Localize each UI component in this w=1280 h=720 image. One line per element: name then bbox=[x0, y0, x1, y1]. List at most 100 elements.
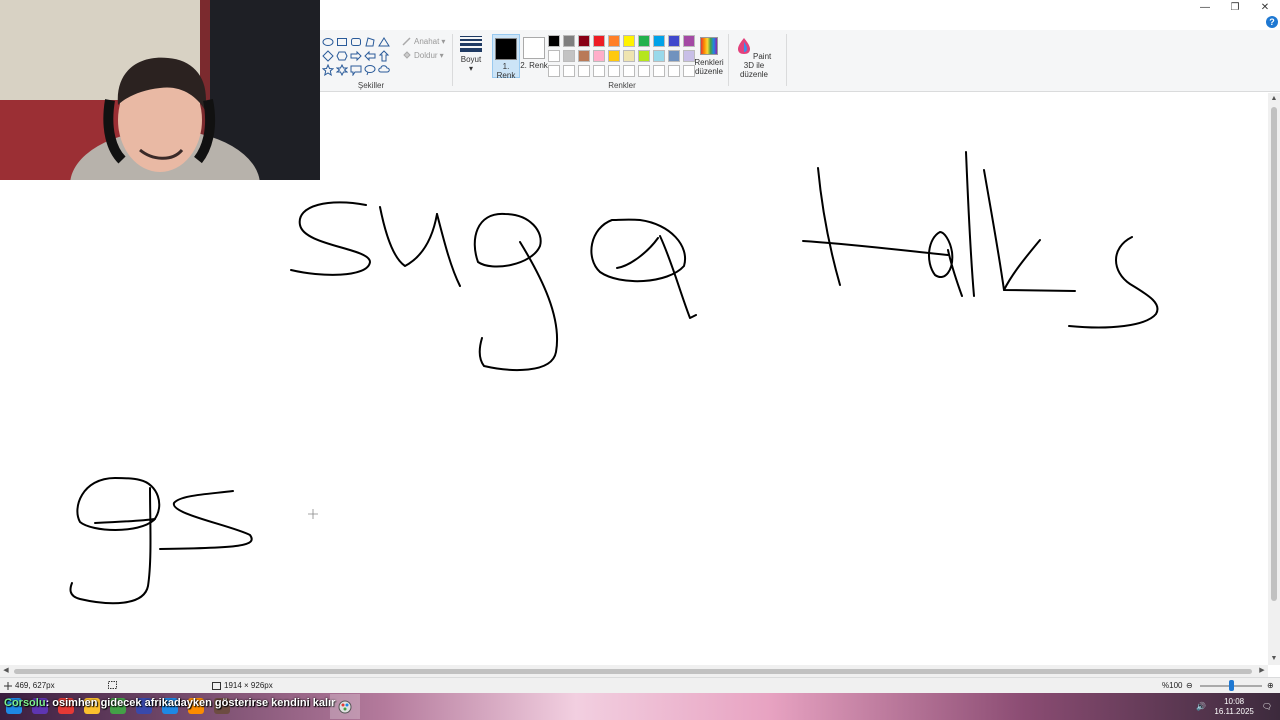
palette-swatch[interactable] bbox=[548, 65, 560, 77]
scroll-down-icon[interactable]: ▼ bbox=[1268, 653, 1280, 665]
palette-swatch[interactable] bbox=[623, 65, 635, 77]
color1-label: 1. Renk bbox=[496, 62, 516, 80]
palette-swatch[interactable] bbox=[593, 35, 605, 47]
palette-swatch[interactable] bbox=[608, 50, 620, 62]
palette-swatch[interactable] bbox=[668, 50, 680, 62]
rectangle-shape-icon[interactable] bbox=[336, 36, 348, 48]
clock[interactable]: 10:08 16.11.2025 bbox=[1214, 697, 1253, 717]
rounded-rect-shape-icon[interactable] bbox=[350, 36, 362, 48]
minimize-icon[interactable]: — bbox=[1190, 0, 1220, 14]
arrow-right-shape-icon[interactable] bbox=[350, 50, 362, 62]
help-icon[interactable]: ? bbox=[1266, 16, 1278, 28]
paint-window: — ❐ ✕ Anahat ▾ Doldur ▾ Şekiller Boyut ▾… bbox=[0, 0, 1280, 720]
color1-swatch bbox=[495, 38, 517, 60]
stream-chat-overlay: Corsolu: osimhen gidecek afrikadayken gö… bbox=[4, 697, 335, 709]
palette-swatch[interactable] bbox=[593, 65, 605, 77]
chat-username: Corsolu bbox=[4, 697, 46, 709]
fill-bucket-icon bbox=[403, 51, 411, 59]
palette-swatch[interactable] bbox=[563, 35, 575, 47]
arrow-up-shape-icon[interactable] bbox=[378, 50, 390, 62]
outline-dropdown[interactable]: Anahat ▾ bbox=[402, 36, 445, 46]
palette-swatch[interactable] bbox=[578, 35, 590, 47]
palette-swatch[interactable] bbox=[668, 35, 680, 47]
star6-shape-icon[interactable] bbox=[336, 64, 348, 76]
color-palette bbox=[548, 35, 696, 78]
volume-icon[interactable]: 🔊 bbox=[1196, 702, 1206, 711]
diamond-shape-icon[interactable] bbox=[322, 50, 334, 62]
palette-swatch[interactable] bbox=[668, 65, 680, 77]
palette-swatch[interactable] bbox=[548, 50, 560, 62]
paint3d-button[interactable]: Paint 3D ile düzenle bbox=[732, 34, 776, 79]
ribbon-divider bbox=[728, 34, 729, 86]
cursor-position: 469, 627px bbox=[4, 681, 55, 690]
taskbar: Corsolu: osimhen gidecek afrikadayken gö… bbox=[0, 693, 1280, 720]
vertical-scroll-thumb[interactable] bbox=[1271, 107, 1277, 601]
paint-app-icon bbox=[338, 700, 352, 713]
zoom-out-icon[interactable]: ⊖ bbox=[1186, 681, 1193, 690]
callout-rect-shape-icon[interactable] bbox=[350, 64, 362, 76]
palette-swatch[interactable] bbox=[578, 50, 590, 62]
zoom-slider-thumb[interactable] bbox=[1229, 680, 1234, 691]
color1-button[interactable]: 1. Renk bbox=[492, 34, 520, 80]
size-button[interactable]: Boyut ▾ bbox=[458, 34, 484, 73]
edit-colors-button[interactable]: Renkleri düzenle bbox=[692, 34, 726, 76]
color2-button[interactable]: 2. Renk bbox=[520, 34, 548, 78]
triangle-shape-icon[interactable] bbox=[378, 36, 390, 48]
shapes-gallery[interactable] bbox=[322, 36, 391, 77]
palette-swatch[interactable] bbox=[593, 50, 605, 62]
star-shape-icon[interactable] bbox=[322, 64, 334, 76]
zoom-level: %100 bbox=[1162, 681, 1182, 690]
paint3d-icon bbox=[737, 38, 750, 54]
callout-cloud-shape-icon[interactable] bbox=[378, 64, 390, 76]
palette-swatch[interactable] bbox=[638, 65, 650, 77]
taskbar-paint-button[interactable] bbox=[330, 694, 360, 719]
palette-swatch[interactable] bbox=[638, 50, 650, 62]
clock-date: 16.11.2025 bbox=[1214, 706, 1254, 716]
callout-oval-shape-icon[interactable] bbox=[364, 64, 376, 76]
selection-icon bbox=[108, 681, 117, 689]
outline-label: Anahat bbox=[414, 36, 440, 46]
palette-swatch[interactable] bbox=[608, 65, 620, 77]
fill-dropdown[interactable]: Doldur ▾ bbox=[402, 50, 444, 60]
close-icon[interactable]: ✕ bbox=[1250, 0, 1280, 14]
oval-shape-icon[interactable] bbox=[322, 36, 334, 48]
line-size-icon bbox=[458, 36, 484, 52]
palette-swatch[interactable] bbox=[653, 65, 665, 77]
image-size: 1914 × 926px bbox=[212, 681, 273, 690]
color2-label: 2. Renk bbox=[520, 61, 548, 70]
palette-swatch[interactable] bbox=[653, 50, 665, 62]
chevron-down-icon: ▾ bbox=[468, 64, 473, 73]
horizontal-scroll-thumb[interactable] bbox=[14, 669, 1252, 674]
palette-swatch[interactable] bbox=[563, 65, 575, 77]
arrow-left-shape-icon[interactable] bbox=[364, 50, 376, 62]
edit-colors-label: Renkleri düzenle bbox=[694, 58, 724, 76]
palette-swatch[interactable] bbox=[578, 65, 590, 77]
zoom-level-text: %100 bbox=[1162, 681, 1183, 690]
palette-swatch[interactable] bbox=[608, 35, 620, 47]
zoom-in-icon[interactable]: ⊕ bbox=[1267, 681, 1274, 690]
palette-swatch[interactable] bbox=[548, 35, 560, 47]
hexagon-shape-icon[interactable] bbox=[336, 50, 348, 62]
notification-icon[interactable]: 🗨 bbox=[1262, 702, 1272, 711]
palette-swatch[interactable] bbox=[623, 50, 635, 62]
chevron-down-icon: ▾ bbox=[441, 36, 446, 46]
selection-size bbox=[108, 681, 117, 689]
shapes-group-label: Şekiller bbox=[357, 81, 385, 90]
crosshair-cursor-icon bbox=[308, 509, 318, 519]
palette-swatch[interactable] bbox=[623, 35, 635, 47]
vertical-scrollbar[interactable]: ▲ ▼ bbox=[1268, 93, 1280, 665]
horizontal-scrollbar[interactable]: ◀ ▶ bbox=[0, 665, 1268, 677]
scroll-left-icon[interactable]: ◀ bbox=[0, 665, 12, 677]
palette-swatch[interactable] bbox=[653, 35, 665, 47]
palette-swatch[interactable] bbox=[638, 35, 650, 47]
polygon-shape-icon[interactable] bbox=[364, 36, 376, 48]
palette-swatch[interactable] bbox=[563, 50, 575, 62]
scroll-up-icon[interactable]: ▲ bbox=[1268, 93, 1280, 105]
image-size-text: 1914 × 926px bbox=[224, 681, 273, 690]
restore-icon[interactable]: ❐ bbox=[1220, 0, 1250, 14]
chat-message: : osimhen gidecek afrikadayken gösterirs… bbox=[45, 697, 336, 709]
ribbon-divider bbox=[786, 34, 787, 86]
scroll-right-icon[interactable]: ▶ bbox=[1256, 665, 1268, 677]
image-size-icon bbox=[212, 681, 221, 690]
paint3d-label: Paint 3D ile düzenle bbox=[739, 52, 772, 79]
